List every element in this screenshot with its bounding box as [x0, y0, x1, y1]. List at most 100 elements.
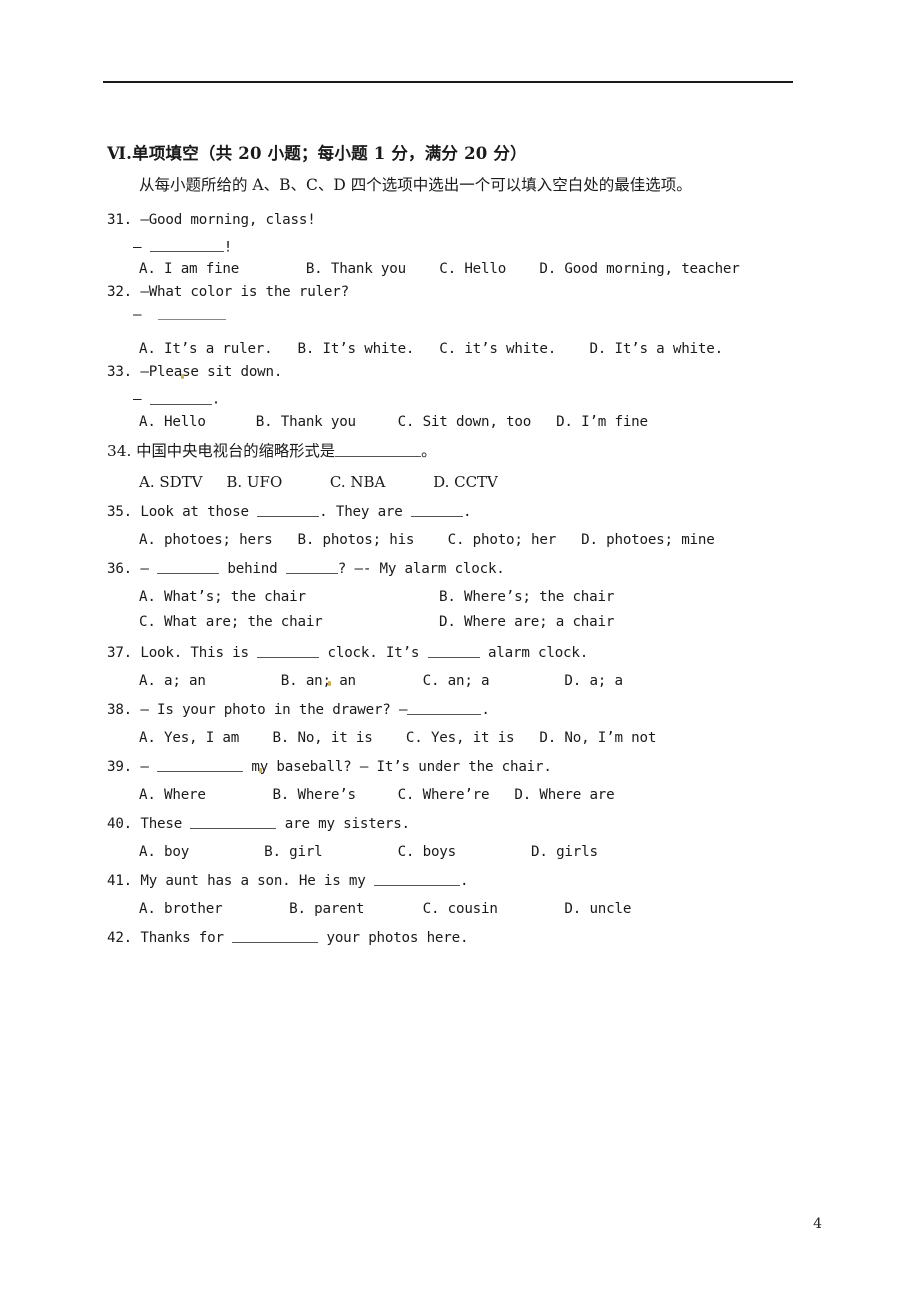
question-36-blank-1[interactable] [157, 560, 220, 574]
question-41-blank[interactable] [373, 872, 460, 886]
question-32-stem: 32. —What color is the ruler? [107, 281, 823, 303]
question-35-stem-text-2: . They are [319, 503, 411, 520]
question-31-reply: — ! [133, 239, 823, 255]
question-37-stem-text-1: Look. This is [140, 644, 258, 661]
question-38: 38. — Is your photo in the drawer? —. A.… [103, 699, 823, 746]
question-40: 40. These are my sisters. A. boy B. girl… [103, 813, 823, 860]
question-31-stem-text: —Good morning, class! [140, 212, 316, 228]
section-instruction: 从每小题所给的 A、B、C、D 四个选项中选出一个可以填入空白处的最佳选项。 [139, 176, 692, 194]
question-41-stem-text: My aunt has a son. He is my [140, 872, 374, 889]
question-39-number: 39. [107, 758, 133, 775]
question-38-stem: 38. — Is your photo in the drawer? —. [107, 699, 823, 721]
question-33-stem-text: —Please sit down. [140, 364, 283, 381]
question-35-blank-1[interactable] [257, 503, 320, 517]
question-31-options[interactable]: A. I am fine B. Thank you C. Hello D. Go… [139, 261, 823, 277]
question-38-blank[interactable] [407, 701, 482, 715]
question-36-stem: 36. — behind ? —- My alarm clock. [107, 558, 823, 580]
question-42-stem-text: Thanks for [140, 929, 233, 946]
question-40-options[interactable]: A. boy B. girl C. boys D. girls [139, 844, 823, 860]
question-38-stem-punct: . [481, 701, 490, 718]
header-rule [103, 81, 793, 83]
question-35-stem-punct: . [462, 503, 472, 520]
scan-speck-artifact [328, 680, 331, 686]
question-38-number: 38. [107, 701, 133, 718]
question-32-blank[interactable] [158, 319, 226, 321]
question-36-dash: — [140, 560, 158, 577]
question-37-options[interactable]: A. a; an B. an; an C. an; a D. a; a [139, 673, 823, 689]
question-41-number: 41. [107, 872, 133, 889]
question-39-stem: 39. — my baseball? — It’s under the chai… [107, 756, 823, 778]
question-33-dash: — [133, 391, 142, 408]
question-36-options: A. What’s; the chair B. Where’s; the cha… [139, 589, 823, 630]
question-35-blank-2[interactable] [410, 503, 463, 517]
question-36-number: 36. [107, 560, 133, 577]
section-heading: Ⅵ.单项填空（共 20 小题；每小题 1 分，满分 20 分） [107, 144, 527, 163]
question-36: 36. — behind ? —- My alarm clock. A. Wha… [103, 558, 823, 630]
question-33-number: 33. [107, 364, 133, 381]
question-34-options[interactable]: A. SDTV B. UFO C. NBA D. CCTV [139, 473, 823, 491]
question-34-stem-text: 中国中央电视台的缩略形式是 [136, 441, 336, 460]
question-38-options[interactable]: A. Yes, I am B. No, it is C. Yes, it is … [139, 730, 823, 746]
question-35-stem-text-1: Look at those [140, 503, 258, 520]
question-34: 34. 中国中央电视台的缩略形式是 。 A. SDTV B. UFO C. NBA… [103, 440, 823, 491]
question-35-stem: 35. Look at those . They are . [107, 501, 823, 523]
question-36-option-b[interactable]: B. Where’s; the chair [439, 589, 823, 605]
question-40-stem-text: These [140, 815, 191, 832]
question-33: 33. —Please sit down. — . A. Hello B. Th… [103, 361, 823, 429]
question-42-blank[interactable] [232, 929, 319, 943]
scan-speck-artifact [259, 767, 262, 773]
question-33-blank[interactable] [149, 391, 212, 405]
question-39-blank[interactable] [157, 758, 244, 772]
question-40-stem-tail: are my sisters. [276, 815, 410, 832]
question-37-stem-text-2: clock. It’s [319, 644, 428, 661]
question-32-number: 32. [107, 284, 133, 301]
question-42-stem-tail: your photos here. [318, 929, 469, 946]
question-37-stem: 37. Look. This is clock. It’s alarm cloc… [107, 642, 823, 664]
question-32: 32. —What color is the ruler? — A. It’s … [103, 281, 823, 357]
exam-page: Ⅵ.单项填空（共 20 小题；每小题 1 分，满分 20 分） 从每小题所给的 … [0, 0, 920, 1302]
question-31-blank[interactable] [149, 239, 224, 253]
question-31-number: 31. [107, 212, 133, 228]
question-32-stem-text: —What color is the ruler? [140, 284, 349, 301]
question-34-blank[interactable] [335, 442, 422, 457]
question-42-number: 42. [107, 929, 133, 946]
question-32-options[interactable]: A. It’s a ruler. B. It’s white. C. it’s … [139, 341, 823, 357]
question-36-option-c[interactable]: C. What are; the chair [139, 614, 439, 630]
question-31-stem: 31. —Good morning, class! [107, 209, 823, 231]
question-37-options-text: A. a; an B. an; an C. an; a D. a; a [139, 672, 623, 689]
question-37-number: 37. [107, 644, 133, 661]
question-41-options[interactable]: A. brother B. parent C. cousin D. uncle [139, 901, 823, 917]
question-39: 39. — my baseball? — It’s under the chai… [103, 756, 823, 803]
question-36-option-a[interactable]: A. What’s; the chair [139, 589, 439, 605]
scan-speck-artifact [181, 374, 184, 380]
question-36-stem-text: behind [219, 560, 286, 577]
question-42-stem: 42. Thanks for your photos here. [107, 927, 823, 949]
page-content: Ⅵ.单项填空（共 20 小题；每小题 1 分，满分 20 分） 从每小题所给的 … [103, 140, 823, 953]
question-37: 37. Look. This is clock. It’s alarm cloc… [103, 642, 823, 689]
question-34-stem-punct: 。 [421, 441, 437, 460]
question-31-reply-punct: ! [223, 239, 233, 256]
question-37-blank-1[interactable] [257, 644, 320, 658]
question-34-stem: 34. 中国中央电视台的缩略形式是 。 [107, 440, 823, 464]
question-42: 42. Thanks for your photos here. [103, 927, 823, 949]
scan-speck-artifact-2 [436, 763, 439, 768]
question-41-stem-punct: . [459, 872, 469, 889]
question-33-stem: 33. —Please sit down. [107, 361, 823, 383]
question-40-blank[interactable] [190, 815, 277, 829]
question-36-blank-2[interactable] [285, 560, 338, 574]
question-35-options[interactable]: A. photoes; hers B. photos; his C. photo… [139, 532, 823, 548]
question-35-number: 35. [107, 503, 133, 520]
question-31: 31. —Good morning, class! — ! A. I am fi… [103, 209, 823, 277]
question-33-options[interactable]: A. Hello B. Thank you C. Sit down, too D… [139, 414, 823, 430]
question-38-stem-text: — Is your photo in the drawer? — [140, 701, 408, 718]
question-32-reply: — [133, 307, 823, 335]
question-33-reply-punct: . [211, 391, 221, 408]
question-32-dash: — [133, 307, 142, 324]
question-39-dash: — [140, 758, 158, 775]
question-36-option-d[interactable]: D. Where are; a chair [439, 614, 823, 630]
question-35: 35. Look at those . They are . A. photoe… [103, 501, 823, 548]
question-37-stem-text-3: alarm clock. [479, 644, 589, 661]
question-39-stem-text: my baseball? — It’s under the chair. [243, 758, 552, 775]
question-37-blank-2[interactable] [427, 644, 480, 658]
question-39-options[interactable]: A. Where B. Where’s C. Where’re D. Where… [139, 787, 823, 803]
